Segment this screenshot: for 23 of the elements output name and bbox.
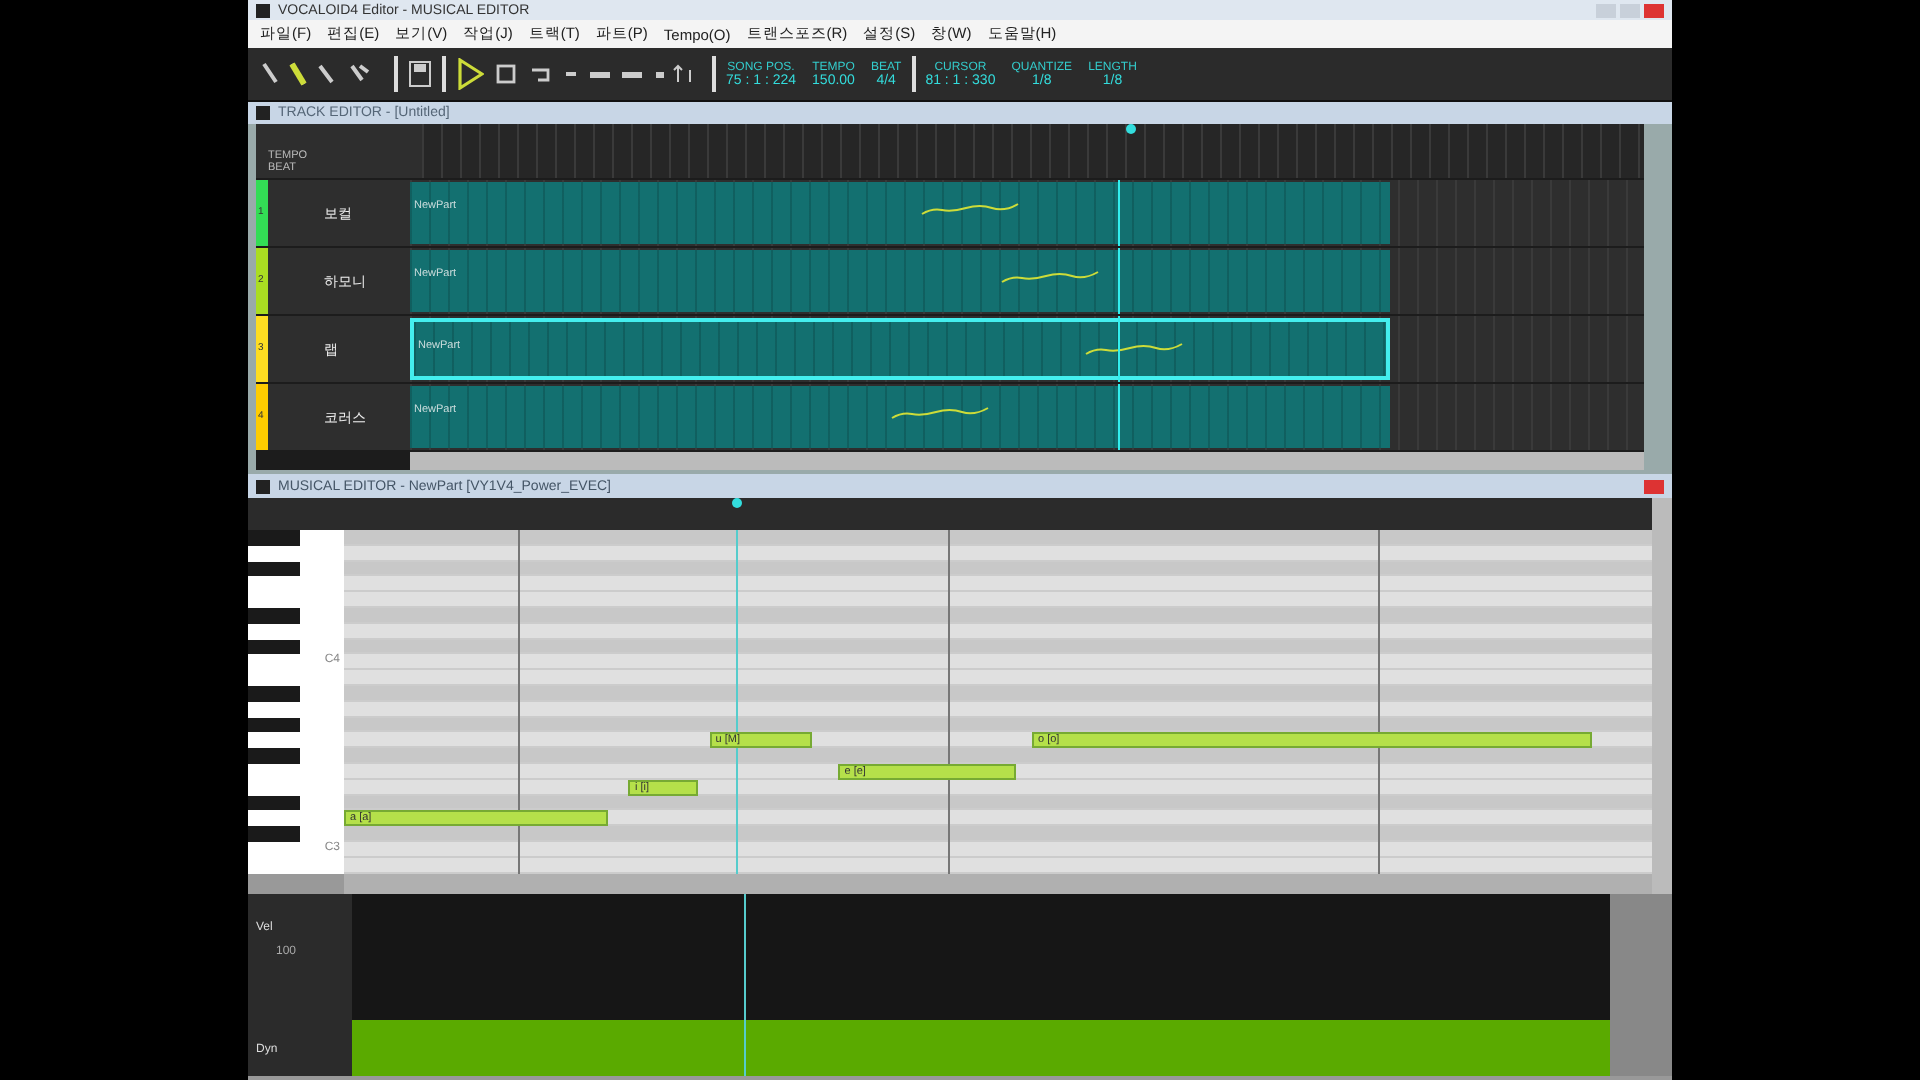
sharp-key[interactable] [248,639,300,655]
sharp-key[interactable] [248,607,300,624]
panel-icon [256,106,270,120]
pitch-curve-drawing [1000,270,1100,286]
vertical-scrollbar[interactable] [1652,498,1672,894]
horizontal-scrollbar[interactable] [344,874,1652,894]
horizontal-scrollbar[interactable] [410,452,1644,470]
save-icon[interactable] [408,60,432,88]
playhead-marker[interactable] [732,498,742,508]
panel-icon [256,479,270,493]
sharp-key[interactable] [248,795,300,811]
pitch-curve-drawing [920,202,1020,218]
stop-icon[interactable] [494,62,518,86]
sharp-key[interactable] [248,685,300,702]
sharp-key[interactable] [248,717,300,733]
playhead-marker[interactable] [1126,124,1136,134]
close-button[interactable] [1644,3,1664,17]
play-icon[interactable] [456,58,484,90]
sharp-key[interactable] [248,561,300,577]
app-icon [256,3,270,17]
pitch-curve-drawing [1084,342,1184,358]
pitch-curve-drawing [890,406,990,422]
close-button[interactable] [1644,479,1664,493]
